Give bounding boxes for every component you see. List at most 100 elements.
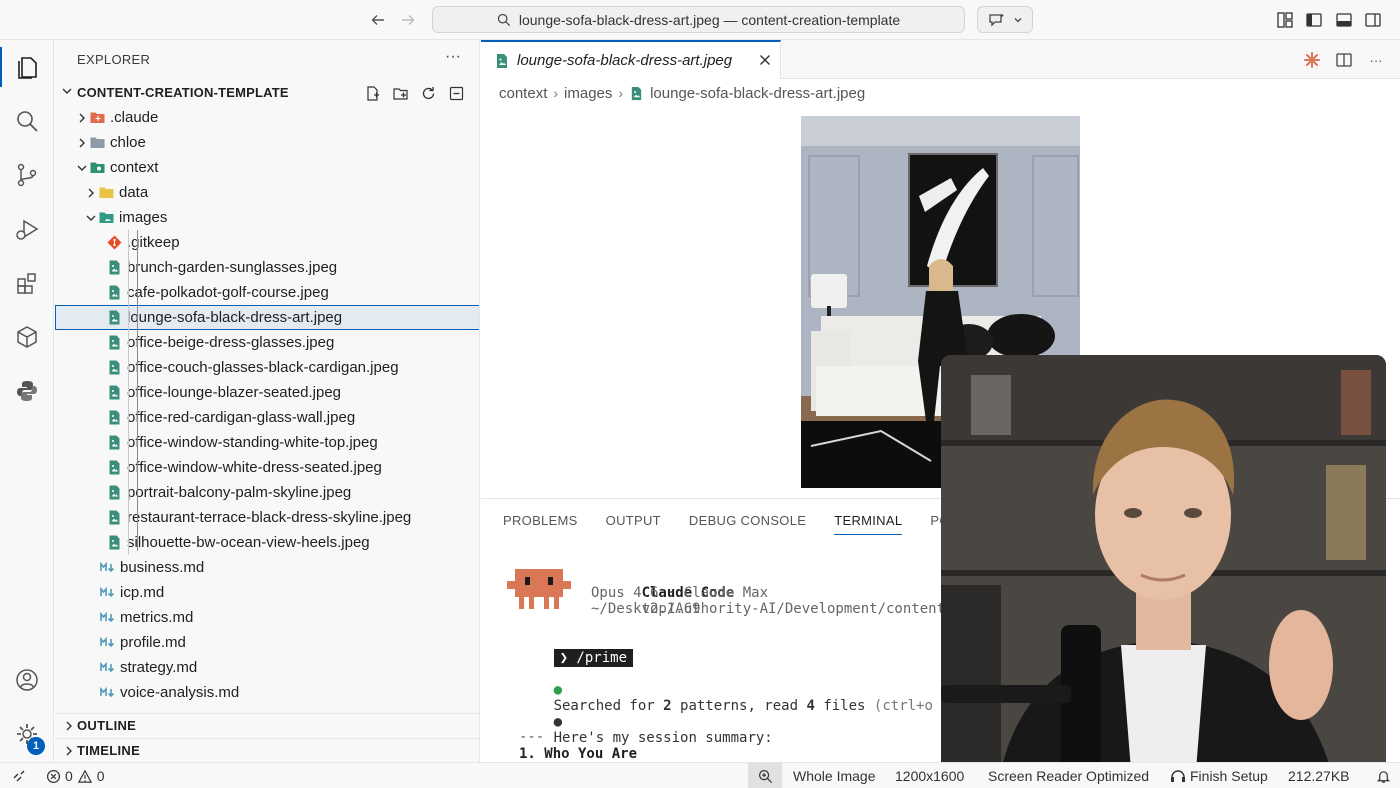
- file-row[interactable]: office-window-white-dress-seated.jpeg: [55, 455, 479, 480]
- file-row[interactable]: office-window-standing-white-top.jpeg: [55, 430, 479, 455]
- file-row[interactable]: cafe-polkadot-golf-course.jpeg: [55, 280, 479, 305]
- image-dimensions-status: 1200x1600: [887, 763, 972, 788]
- search-view-button[interactable]: [0, 97, 54, 145]
- chat-menu-button[interactable]: [977, 6, 1033, 33]
- tab-output[interactable]: OUTPUT: [606, 513, 661, 535]
- folder-row[interactable]: .claude: [55, 105, 479, 130]
- file-row[interactable]: strategy.md: [55, 655, 479, 680]
- screen-reader-status[interactable]: Screen Reader Optimized: [980, 763, 1157, 788]
- workspace-root-header[interactable]: CONTENT-CREATION-TEMPLATE: [55, 80, 479, 104]
- file-row[interactable]: metrics.md: [55, 605, 479, 630]
- collapse-folders-button[interactable]: [446, 83, 466, 103]
- markdown-icon: [99, 584, 116, 601]
- toggle-primary-sidebar-button[interactable]: [1303, 9, 1325, 31]
- source-control-view-button[interactable]: [0, 151, 54, 199]
- explorer-more-button[interactable]: ···: [445, 48, 461, 66]
- outline-section-header[interactable]: OUTLINE: [55, 713, 479, 737]
- folder-row[interactable]: data: [55, 180, 479, 205]
- command-center-search[interactable]: lounge-sofa-black-dress-art.jpeg — conte…: [432, 6, 965, 33]
- tree-item-label: office-couch-glasses-black-cardigan.jpeg: [127, 359, 399, 376]
- toggle-panel-button[interactable]: [1333, 9, 1355, 31]
- status-dot-icon: ●: [553, 682, 563, 698]
- refresh-icon: [422, 86, 434, 99]
- file-row[interactable]: .gitkeep: [55, 230, 479, 255]
- file-row[interactable]: office-lounge-blazer-seated.jpeg: [55, 380, 479, 405]
- chevron-right-icon: [75, 136, 89, 150]
- timeline-section-header[interactable]: TIMELINE: [55, 738, 479, 762]
- account-icon: [16, 669, 38, 691]
- new-file-button[interactable]: [362, 83, 382, 103]
- tab-problems[interactable]: PROBLEMS: [503, 513, 578, 535]
- terminal-heading: 1. Who You Are: [519, 746, 638, 762]
- accounts-button[interactable]: [0, 656, 54, 704]
- problems-status-button[interactable]: 0 0: [38, 763, 113, 788]
- forward-button[interactable]: [396, 8, 420, 32]
- split-editor-icon: [1336, 53, 1352, 67]
- back-button[interactable]: [366, 8, 390, 32]
- run-debug-view-button[interactable]: [0, 205, 54, 253]
- error-count: 0: [65, 768, 73, 784]
- customize-layout-button[interactable]: [1274, 9, 1296, 31]
- notifications-button[interactable]: [1368, 763, 1399, 788]
- terminal-line1-n2: 4: [806, 698, 815, 714]
- status-bar: 0 0 Whole Image 1200x1600 Screen Reader …: [0, 762, 1400, 788]
- zoom-level-status[interactable]: Whole Image: [785, 763, 883, 788]
- breadcrumb-item-file[interactable]: lounge-sofa-black-dress-art.jpeg: [650, 85, 865, 102]
- claude-code-button[interactable]: [1302, 50, 1322, 70]
- tab-debug-console[interactable]: DEBUG CONSOLE: [689, 513, 806, 535]
- editor-more-actions-button[interactable]: ···: [1366, 50, 1386, 70]
- file-row[interactable]: icp.md: [55, 580, 479, 605]
- sidebar-left-icon: [1306, 13, 1322, 27]
- context-folder-icon: [89, 159, 106, 176]
- ellipsis-icon: ···: [1369, 52, 1383, 68]
- files-icon: [18, 57, 37, 79]
- file-row[interactable]: portrait-balcony-palm-skyline.jpeg: [55, 480, 479, 505]
- folder-row[interactable]: images: [55, 205, 479, 230]
- tree-item-label: restaurant-terrace-black-dress-skyline.j…: [127, 509, 412, 526]
- file-row[interactable]: silhouette-bw-ocean-view-heels.jpeg: [55, 530, 479, 555]
- file-row[interactable]: office-couch-glasses-black-cardigan.jpeg: [55, 355, 479, 380]
- explorer-title: EXPLORER: [77, 52, 151, 67]
- file-row[interactable]: brunch-garden-sunglasses.jpeg: [55, 255, 479, 280]
- toggle-secondary-sidebar-button[interactable]: [1362, 9, 1384, 31]
- python-view-button[interactable]: [0, 367, 54, 415]
- file-row[interactable]: restaurant-terrace-black-dress-skyline.j…: [55, 505, 479, 530]
- split-editor-button[interactable]: [1334, 50, 1354, 70]
- bell-icon: [1376, 770, 1391, 783]
- warning-icon: [77, 769, 92, 783]
- terminal-line2: Here's my session summary:: [553, 730, 773, 746]
- tab-terminal[interactable]: TERMINAL: [834, 513, 903, 535]
- containers-view-button[interactable]: [0, 313, 54, 361]
- file-row[interactable]: business.md: [55, 555, 479, 580]
- refresh-explorer-button[interactable]: [418, 83, 438, 103]
- close-icon[interactable]: [757, 52, 773, 68]
- tree-item-label: office-lounge-blazer-seated.jpeg: [127, 384, 342, 401]
- file-row[interactable]: office-red-cardigan-glass-wall.jpeg: [55, 405, 479, 430]
- new-folder-button[interactable]: [390, 83, 410, 103]
- chevron-right-icon: [75, 111, 89, 125]
- finish-setup-button[interactable]: Finish Setup: [1162, 763, 1276, 788]
- file-row[interactable]: profile.md: [55, 630, 479, 655]
- zoom-button[interactable]: [748, 763, 782, 788]
- breadcrumb-item-context[interactable]: context: [499, 85, 547, 102]
- panel-tab-strip: PROBLEMS OUTPUT DEBUG CONSOLE TERMINAL P…: [503, 513, 976, 535]
- extensions-view-button[interactable]: [0, 259, 54, 307]
- explorer-view-button[interactable]: [0, 43, 54, 91]
- manage-settings-button[interactable]: 1: [0, 710, 54, 758]
- file-row[interactable]: lounge-sofa-black-dress-art.jpeg: [55, 305, 479, 330]
- outline-label: OUTLINE: [77, 718, 137, 733]
- chevron-right-icon: ›: [618, 85, 624, 101]
- claude-folder-icon: [89, 109, 106, 126]
- terminal-path-line: ~/Desktop/Authority-AI/Development/conte…: [591, 601, 962, 617]
- folder-row[interactable]: context: [55, 155, 479, 180]
- tab-lounge-sofa-black-dress-art[interactable]: lounge-sofa-black-dress-art.jpeg: [481, 40, 781, 79]
- chevron-down-icon: [1014, 17, 1021, 22]
- breadcrumb-item-images[interactable]: images: [564, 85, 612, 102]
- tree-item-label: voice-analysis.md: [120, 684, 240, 701]
- remote-indicator-button[interactable]: [4, 763, 34, 788]
- file-row[interactable]: voice-analysis.md: [55, 680, 479, 705]
- file-row[interactable]: office-beige-dress-glasses.jpeg: [55, 330, 479, 355]
- markdown-icon: [99, 609, 116, 626]
- terminal-prompt-command: ❯ /prime: [553, 649, 634, 667]
- folder-row[interactable]: chloe: [55, 130, 479, 155]
